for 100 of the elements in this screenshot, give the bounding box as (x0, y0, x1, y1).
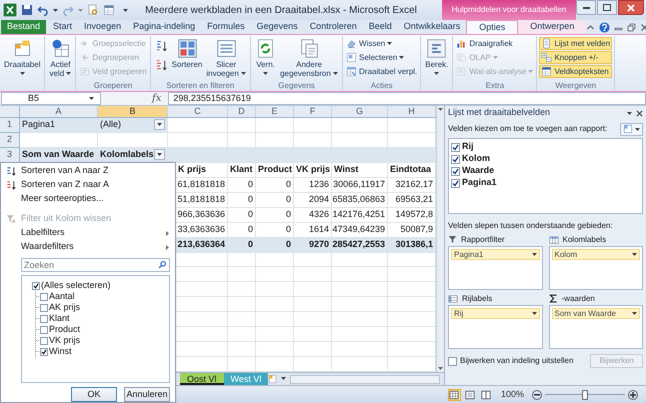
column-header[interactable]: D (228, 106, 256, 117)
print-preview-button[interactable] (87, 4, 99, 16)
view-button[interactable] (464, 388, 477, 400)
value-label[interactable]: Aantal (49, 290, 75, 304)
sort-ascending-button[interactable] (154, 40, 168, 53)
value-label[interactable]: Product (49, 322, 80, 336)
checkbox[interactable] (40, 326, 48, 334)
save-button[interactable] (21, 4, 33, 16)
maximize-button[interactable] (597, 0, 617, 15)
area-field-item[interactable]: Pagina1 (451, 249, 540, 260)
toggle-button[interactable]: Knoppen +/- (539, 51, 612, 64)
ribbon-button[interactable]: Actief veld (47, 36, 74, 78)
area-label: Rapportfilter (461, 234, 505, 246)
drop-area[interactable]: Som van Waarde (548, 305, 643, 349)
ribbon-button[interactable]: Draaitabel verpl. (345, 65, 418, 78)
ribbon-button[interactable]: Berek. (423, 36, 450, 75)
column-header[interactable]: F (294, 106, 332, 117)
value-label[interactable]: VK prijs (49, 334, 80, 348)
ribbon-tab[interactable]: Formules (201, 20, 251, 34)
column-header[interactable]: C (168, 106, 228, 117)
ribbon-tab[interactable]: Gegevens (250, 20, 304, 34)
checkbox[interactable] (32, 282, 40, 290)
checkbox[interactable] (451, 166, 460, 176)
ribbon-tab[interactable]: Bestand (1, 20, 46, 34)
drop-area[interactable]: Pagina1 (448, 246, 542, 290)
column-header[interactable]: B (98, 106, 168, 117)
ribbon-button[interactable]: Vern. (253, 36, 278, 75)
zoom-in-button[interactable] (628, 390, 638, 400)
column-header[interactable]: G (332, 106, 388, 117)
layout-button[interactable] (620, 122, 643, 136)
ribbon-button[interactable]: Slicer invoegen (204, 36, 248, 78)
ribbon-button[interactable]: Draaitabel (2, 36, 42, 75)
checkbox[interactable] (40, 348, 48, 356)
name-box[interactable]: B5 (1, 92, 101, 105)
field-name[interactable]: Rij (462, 140, 474, 154)
minimize-button[interactable] (576, 0, 596, 15)
drop-area[interactable]: Kolom (548, 246, 643, 290)
drop-area[interactable]: Rij (448, 305, 542, 349)
close-button[interactable] (618, 0, 644, 15)
ribbon-button[interactable]: Selecteren (345, 51, 418, 64)
filter-dropdown-button[interactable] (154, 119, 165, 130)
field-name[interactable]: Kolom (462, 152, 490, 166)
toggle-button[interactable]: Lijst met velden (539, 37, 612, 50)
checkbox[interactable] (40, 292, 48, 300)
sort-descending-button[interactable] (154, 59, 168, 72)
table-cell: 2094 (294, 192, 332, 208)
zoom-slider[interactable] (545, 390, 625, 400)
ribbon-button[interactable]: Sorteren (170, 36, 204, 69)
view-button[interactable] (448, 388, 461, 400)
sheet-tab[interactable]: Oost Vl (180, 373, 224, 385)
formula-field[interactable]: 298,235515637619 (168, 92, 646, 105)
vertical-scrollbar[interactable] (436, 106, 444, 372)
zoom-out-button[interactable] (532, 390, 542, 400)
value-label[interactable]: Winst (49, 344, 72, 358)
zoom-level[interactable]: 100% (500, 388, 524, 402)
ribbon-tab[interactable]: Opties (466, 20, 518, 34)
row-header[interactable]: 3 (0, 148, 20, 163)
ribbon-tab[interactable]: Pagina-indeling (127, 20, 202, 34)
table-cell (228, 252, 256, 268)
column-header[interactable]: E (256, 106, 294, 117)
search-field[interactable]: Zoeken (21, 258, 170, 272)
toggle-button[interactable]: Veldkopteksten (539, 65, 612, 78)
ribbon-tab[interactable]: Controleren (304, 20, 363, 34)
undo-button[interactable] (37, 4, 49, 16)
filter-dropdown-button[interactable] (154, 149, 165, 160)
field-name[interactable]: Waarde (462, 164, 494, 178)
ribbon-tab[interactable]: Start (47, 20, 78, 34)
table-cell: Pagina1 (20, 118, 98, 133)
slider-thumb[interactable] (582, 390, 588, 400)
checkbox[interactable] (40, 336, 48, 344)
ribbon-tab[interactable]: Invoegen (78, 20, 128, 34)
ribbon-button[interactable]: Draaigrafiek (455, 37, 534, 50)
area-field-item[interactable]: Som van Waarde (552, 308, 640, 319)
checkbox[interactable] (40, 314, 48, 322)
value-label[interactable]: Klant (49, 312, 70, 326)
table-cell: 0 (228, 178, 256, 193)
dialog-button[interactable]: OK (71, 387, 117, 402)
value-label[interactable]: (Alles selecteren) (41, 278, 111, 292)
area-field-item[interactable]: Kolom (552, 249, 640, 260)
ribbon-button[interactable]: Wissen (345, 37, 418, 50)
ribbon-tab[interactable]: Ontwerpen (518, 20, 586, 34)
area-field-item[interactable]: Rij (451, 308, 540, 319)
caret-icon (438, 367, 443, 370)
function-label[interactable]: fx (149, 91, 164, 106)
checkbox[interactable] (451, 142, 460, 152)
checkbox[interactable] (40, 304, 48, 312)
value-label[interactable]: AK prijs (49, 300, 80, 314)
checkbox[interactable] (451, 154, 460, 164)
ribbon-button[interactable]: Andere gegevensbron (278, 36, 340, 78)
ribbon-tab[interactable]: Ontwikkelaars (398, 20, 466, 34)
checkbox[interactable] (451, 178, 460, 188)
field-name[interactable]: Pagina1 (462, 176, 497, 190)
quick-access-button[interactable] (103, 4, 115, 16)
view-button[interactable] (480, 388, 493, 400)
ribbon-tab[interactable]: Beeld (362, 20, 398, 34)
dialog-button[interactable]: Annuleren (124, 387, 170, 402)
row-header[interactable]: 1 (0, 118, 20, 133)
row-header[interactable]: 2 (0, 132, 20, 148)
checkbox[interactable] (448, 356, 457, 366)
horizontal-scrollbar[interactable] (290, 374, 440, 384)
